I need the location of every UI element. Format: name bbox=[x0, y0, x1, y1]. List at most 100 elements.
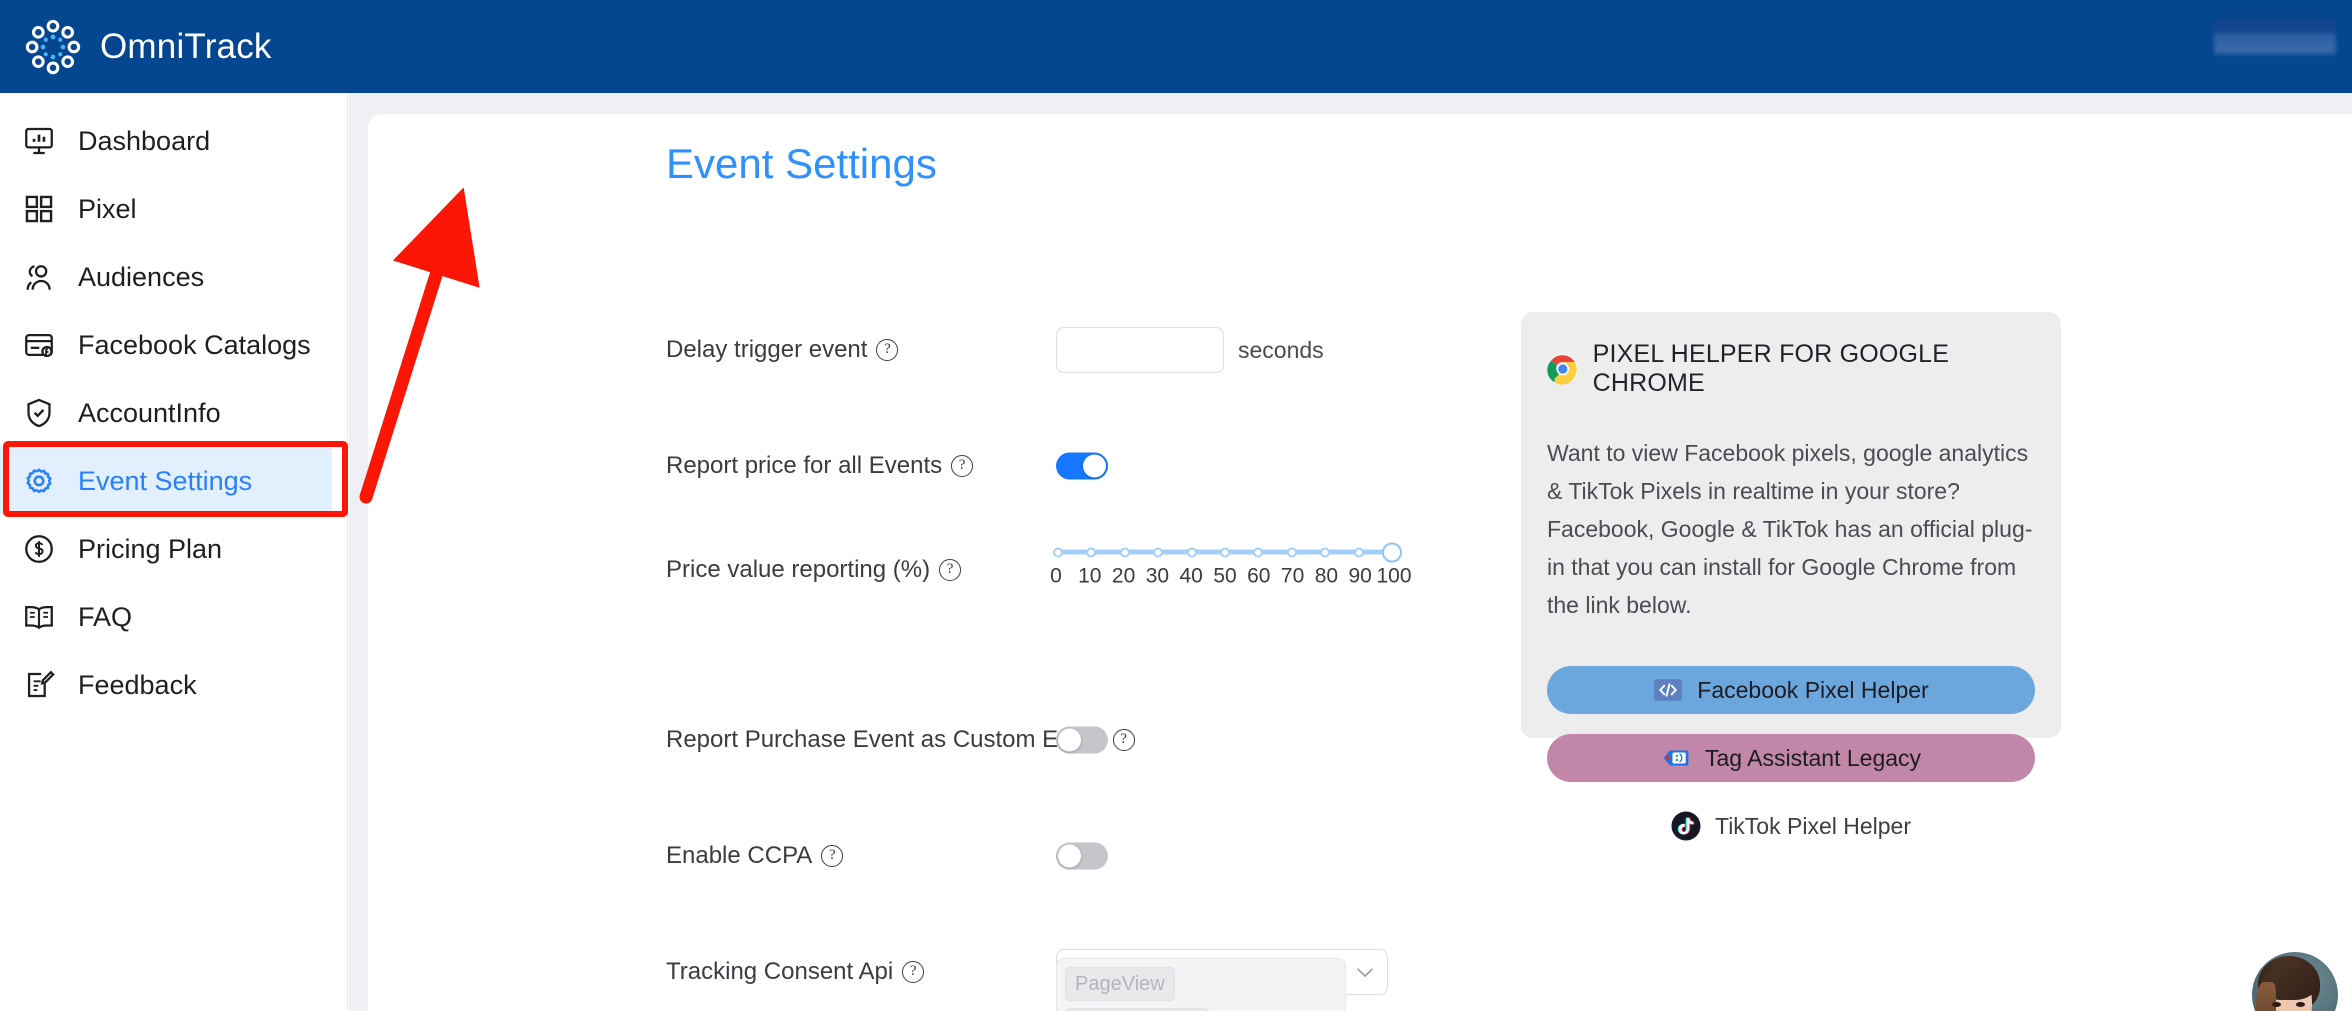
slider-mark-label: 100 bbox=[1376, 564, 1412, 588]
chrome-icon bbox=[1547, 353, 1578, 385]
page-title: Event Settings bbox=[666, 140, 937, 187]
sidebar-item-faq[interactable]: FAQ bbox=[0, 583, 347, 651]
pixel-helper-title: PIXEL HELPER FOR GOOGLE CHROME bbox=[1592, 340, 1950, 397]
avatar-eye bbox=[2272, 1002, 2281, 1007]
sidebar-item-facebook-catalogs[interactable]: Facebook Catalogs bbox=[0, 311, 347, 379]
slider-mark-dot bbox=[1353, 547, 1364, 557]
sidebar-item-feedback[interactable]: Feedback bbox=[0, 651, 347, 719]
slider-mark-dot bbox=[1086, 547, 1097, 557]
content-card: Event Settings Delay trigger event ? sec… bbox=[368, 114, 2352, 1011]
shield-check-icon bbox=[27, 398, 51, 428]
button-label: Tag Assistant Legacy bbox=[1704, 744, 1922, 771]
field-control: seconds bbox=[1056, 327, 1324, 373]
sidebar-item-dashboard[interactable]: Dashboard bbox=[0, 107, 347, 175]
field-label-text: Report Purchase Event as Custom Event bbox=[666, 726, 1104, 753]
enable-ccpa-toggle[interactable] bbox=[1056, 842, 1108, 870]
question-circle-icon[interactable]: ? bbox=[939, 559, 962, 581]
slider-mark-label: 90 bbox=[1348, 564, 1372, 588]
redacted-account-region[interactable] bbox=[2214, 18, 2336, 54]
avatar-hair-strand bbox=[2256, 982, 2276, 1011]
slider-mark-dot bbox=[1286, 547, 1297, 557]
brand[interactable]: OmniTrack bbox=[0, 18, 272, 76]
toggle-knob bbox=[1058, 728, 1081, 752]
slider-mark-label: 50 bbox=[1213, 564, 1237, 588]
toggle-knob bbox=[1058, 844, 1081, 868]
sidebar-item-label: Pixel bbox=[78, 193, 137, 224]
open-book-icon bbox=[25, 605, 53, 630]
field-label-text: Price value reporting (%) bbox=[666, 556, 931, 583]
slider-mark-dot bbox=[1153, 547, 1164, 557]
field-label: Price value reporting (%) ? bbox=[666, 556, 962, 584]
sidebar-item-audiences[interactable]: Audiences bbox=[0, 243, 347, 311]
question-circle-icon[interactable]: ? bbox=[951, 455, 974, 477]
field-label: Delay trigger event ? bbox=[666, 336, 899, 364]
question-circle-icon[interactable]: ? bbox=[821, 845, 844, 867]
field-control bbox=[1056, 452, 1108, 480]
report-purchase-custom-toggle[interactable] bbox=[1056, 726, 1108, 754]
field-control bbox=[1056, 842, 1108, 870]
button-label: TikTok Pixel Helper bbox=[1715, 812, 1911, 839]
sidebar-item-label: Event Settings bbox=[78, 465, 253, 496]
code-brackets-icon bbox=[1654, 679, 1683, 701]
slider-mark-label: 70 bbox=[1280, 564, 1305, 588]
top-bar: OmniTrack bbox=[0, 0, 2352, 93]
events-ios14-multiselect[interactable]: PageView ViewCategory ViewContent AddToC… bbox=[1056, 958, 1346, 1011]
sidebar-item-pixel[interactable]: Pixel bbox=[0, 175, 347, 243]
tag-assistant-legacy-button[interactable]: Tag Assistant Legacy bbox=[1547, 734, 2035, 782]
sidebar: Dashboard Pixel Audiences Facebook Catal… bbox=[0, 93, 348, 1011]
button-label: Facebook Pixel Helper bbox=[1697, 676, 1929, 703]
tiktok-pixel-helper-button[interactable]: TikTok Pixel Helper bbox=[1547, 802, 2035, 850]
slider-mark-dot bbox=[1119, 547, 1130, 557]
toggle-knob bbox=[1083, 454, 1106, 478]
pixel-helper-header: PIXEL HELPER FOR GOOGLE CHROME bbox=[1547, 340, 2035, 398]
omnitrack-logo-icon bbox=[25, 19, 81, 74]
gear-icon bbox=[26, 468, 52, 494]
sidebar-item-label: Feedback bbox=[78, 669, 197, 700]
slider-mark-label: 30 bbox=[1145, 564, 1170, 588]
tag-smiley-icon bbox=[1663, 750, 1689, 766]
sidebar-item-pricing-plan[interactable]: Pricing Plan bbox=[0, 515, 347, 583]
catalog-card-icon bbox=[25, 333, 53, 358]
delay-trigger-input[interactable] bbox=[1056, 327, 1224, 373]
brand-name: OmniTrack bbox=[100, 26, 272, 66]
slider-mark-labels: 0 10 20 30 40 50 60 70 80 90 100 bbox=[1050, 564, 1411, 593]
field-label: Tracking Consent Api ? bbox=[666, 958, 925, 986]
question-circle-icon[interactable]: ? bbox=[1112, 729, 1135, 751]
sidebar-item-accountinfo[interactable]: AccountInfo bbox=[0, 379, 347, 447]
sidebar-item-event-settings[interactable]: Event Settings bbox=[0, 447, 332, 515]
monitor-chart-icon bbox=[25, 127, 53, 155]
field-label: Report price for all Events ? bbox=[666, 452, 974, 480]
sidebar-item-label: AccountInfo bbox=[78, 397, 221, 428]
field-row-tracking-consent-api: Tracking Consent Api ? Ignore everything bbox=[666, 914, 2086, 1011]
sidebar-item-label: Facebook Catalogs bbox=[78, 329, 311, 360]
field-label: Enable CCPA ? bbox=[666, 842, 844, 870]
field-control: 0 10 20 30 40 50 60 70 80 90 100 bbox=[1050, 542, 1412, 593]
chevron-down-icon bbox=[1356, 967, 1374, 977]
sidebar-item-label: Audiences bbox=[78, 261, 205, 292]
field-control bbox=[1056, 726, 1108, 754]
facebook-pixel-helper-button[interactable]: Facebook Pixel Helper bbox=[1547, 666, 2035, 714]
app-root: OmniTrack Dashboard Pixel Audiences Face… bbox=[0, 0, 2352, 1011]
sidebar-item-label: FAQ bbox=[78, 601, 133, 632]
tag-chip[interactable]: PageView bbox=[1065, 967, 1175, 1001]
slider-mark-label: 10 bbox=[1078, 564, 1102, 588]
tiktok-icon bbox=[1671, 811, 1701, 841]
delay-unit-label: seconds bbox=[1238, 336, 1324, 363]
field-control: PageView ViewCategory ViewContent AddToC… bbox=[1056, 958, 1346, 1011]
field-label-text: Enable CCPA bbox=[666, 842, 813, 869]
slider-mark-label: 60 bbox=[1247, 564, 1271, 588]
selected-tags: PageView ViewCategory ViewContent AddToC… bbox=[1065, 967, 1309, 1011]
slider-track[interactable] bbox=[1053, 542, 1402, 562]
price-value-slider[interactable]: 0 10 20 30 40 50 60 70 80 90 100 bbox=[1050, 542, 1412, 593]
sidebar-item-label: Dashboard bbox=[78, 125, 211, 156]
slider-handle[interactable] bbox=[1382, 542, 1402, 562]
field-label-text: Delay trigger event bbox=[666, 336, 868, 363]
report-price-all-toggle[interactable] bbox=[1056, 452, 1108, 480]
question-circle-icon[interactable]: ? bbox=[902, 961, 925, 983]
pixel-helper-body: Want to view Facebook pixels, google ana… bbox=[1547, 440, 2033, 618]
question-circle-icon[interactable]: ? bbox=[876, 339, 899, 361]
sidebar-nav: Dashboard Pixel Audiences Facebook Catal… bbox=[0, 93, 347, 719]
field-label-text: Tracking Consent Api bbox=[666, 958, 894, 985]
sidebar-item-label: Pricing Plan bbox=[78, 533, 223, 564]
field-label-text: Report price for all Events bbox=[666, 452, 943, 479]
